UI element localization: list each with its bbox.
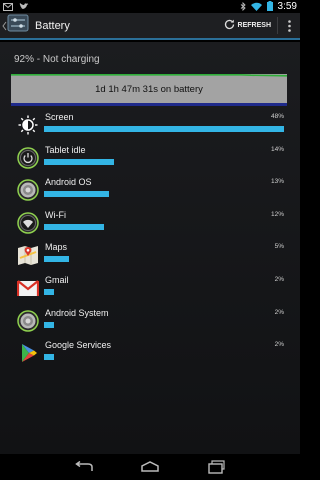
- usage-bar: [44, 158, 114, 165]
- google-services-icon: [17, 342, 39, 364]
- usage-name: Screen: [45, 112, 74, 122]
- maps-icon: [17, 244, 39, 266]
- usage-percent: 2%: [274, 308, 284, 316]
- usage-name: Tablet idle: [45, 144, 86, 155]
- usage-percent: 14%: [270, 145, 284, 153]
- list-item[interactable]: Wi-Fi 12%: [0, 206, 300, 239]
- android-os-icon: [17, 179, 39, 201]
- usage-name: Google Services: [45, 340, 112, 351]
- settings-app-icon: [7, 14, 29, 37]
- refresh-icon: [224, 17, 235, 35]
- list-item[interactable]: Android OS 13%: [0, 173, 300, 206]
- usage-bar: [44, 321, 54, 328]
- gmail-icon: [16, 277, 40, 299]
- usage-percent: 5%: [274, 243, 284, 251]
- navigation-bar: [0, 454, 300, 480]
- usage-percent: 2%: [274, 275, 284, 283]
- battery-level-line: [11, 74, 287, 77]
- usage-bar: [44, 191, 109, 198]
- list-item[interactable]: Tablet idle 14%: [0, 141, 300, 174]
- overflow-menu-button[interactable]: [278, 13, 300, 38]
- refresh-button[interactable]: REFRESH: [218, 13, 277, 38]
- refresh-label: REFRESH: [237, 22, 271, 29]
- brightness-icon: [17, 114, 39, 136]
- wifi-icon: [17, 212, 39, 234]
- home-button[interactable]: [137, 457, 163, 477]
- usage-name: Wi-Fi: [45, 209, 66, 220]
- power-icon: [17, 146, 39, 169]
- status-bar: 3:59: [0, 0, 300, 13]
- list-item[interactable]: Google Services 2%: [0, 336, 300, 369]
- usage-name: Maps: [45, 242, 68, 253]
- up-navigation[interactable]: [0, 14, 29, 37]
- usage-bar: [44, 223, 104, 230]
- battery-content: 92% - Not charging 1d 1h 47m 31s on batt…: [0, 42, 300, 454]
- overflow-icon: [287, 19, 291, 32]
- graph-baseline: [11, 103, 287, 106]
- action-bar: Battery REFRESH: [0, 13, 300, 40]
- usage-percent: 2%: [274, 341, 284, 349]
- usage-bar: [44, 256, 69, 263]
- recent-apps-button[interactable]: [203, 457, 229, 477]
- usage-list: Screen 48% Tablet idle 14% Android OS 13…: [0, 108, 300, 369]
- home-icon: [141, 461, 159, 472]
- usage-name: Gmail: [45, 274, 69, 285]
- recent-apps-icon: [208, 460, 225, 474]
- battery-history-graph[interactable]: 1d 1h 47m 31s on battery: [11, 74, 287, 106]
- usage-bar: [44, 288, 54, 295]
- back-icon: [75, 461, 93, 471]
- list-item[interactable]: Gmail 2%: [0, 271, 300, 304]
- usage-name: Android System: [45, 307, 109, 318]
- usage-percent: 13%: [270, 178, 284, 186]
- list-item[interactable]: Screen 48%: [0, 108, 300, 141]
- list-item[interactable]: Android System 2%: [0, 304, 300, 337]
- usage-percent: 12%: [270, 210, 284, 218]
- clock: 3:59: [277, 1, 297, 12]
- usage-bar: [44, 126, 284, 132]
- page-title: Battery: [35, 19, 70, 32]
- graph-label: 1d 1h 47m 31s on battery: [95, 84, 203, 95]
- usage-bar: [44, 354, 54, 361]
- back-button[interactable]: [71, 457, 97, 477]
- battery-status-text: 92% - Not charging: [14, 54, 100, 65]
- android-system-icon: [17, 309, 39, 332]
- usage-percent: 48%: [270, 113, 284, 120]
- usage-name: Android OS: [45, 177, 92, 188]
- list-item[interactable]: Maps 5%: [0, 238, 300, 271]
